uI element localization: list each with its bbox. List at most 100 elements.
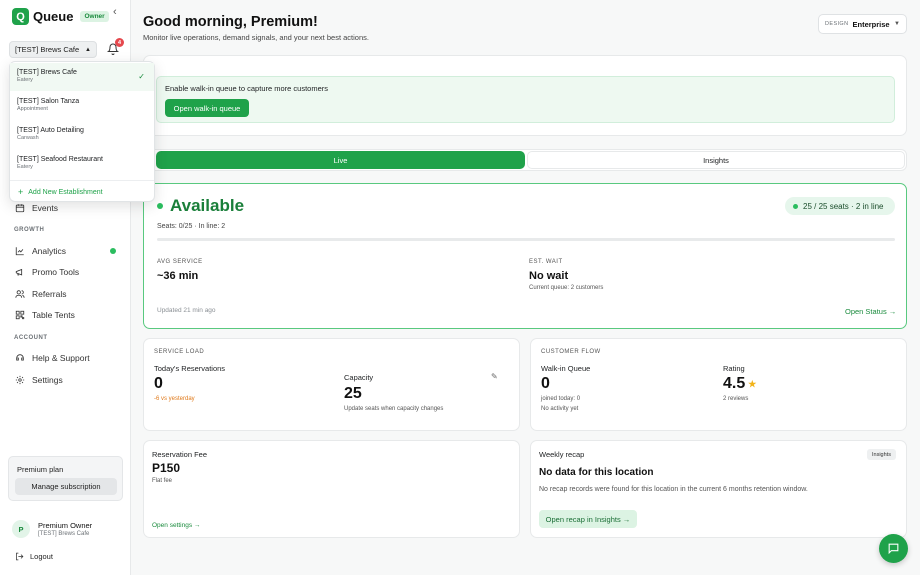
dropdown-item-auto-detailing[interactable]: [TEST] Auto Detailing Carwash <box>10 121 154 149</box>
est-wait-value: No wait <box>529 270 569 282</box>
dropdown-item-name: [TEST] Seafood Restaurant <box>17 156 103 163</box>
megaphone-icon <box>15 268 23 276</box>
plan-box: Premium plan Manage subscription <box>8 456 123 501</box>
est-wait-label: EST. WAIT <box>529 259 563 265</box>
dropdown-item-brews-cafe[interactable]: [TEST] Brews Cafe Eatery ✓ <box>10 63 154 91</box>
status-card: Available 25 / 25 seats · 2 in line Seat… <box>143 183 907 329</box>
design-selector[interactable]: DESIGN Enterprise ▼ <box>818 14 907 34</box>
users-icon <box>15 290 25 298</box>
check-icon: ✓ <box>138 72 145 81</box>
edit-pencil-icon[interactable]: ✎ <box>491 372 498 381</box>
dropdown-item-type: Eatery <box>17 164 33 170</box>
open-settings-link[interactable]: Open settings → <box>152 522 200 529</box>
fee-label: Reservation Fee <box>152 450 208 459</box>
status-title: Available <box>157 196 244 216</box>
open-status-link[interactable]: Open Status → <box>845 307 896 316</box>
capacity-label: Capacity <box>344 373 374 382</box>
reservation-fee-card: Reservation Fee P150 Flat fee Open setti… <box>143 440 520 538</box>
dropdown-item-name: [TEST] Brews Cafe <box>17 69 77 76</box>
user-name: Premium Owner <box>38 521 93 530</box>
rating-label: Rating <box>723 364 745 373</box>
add-establishment-label: Add New Establishment <box>28 188 103 196</box>
nav-item-help[interactable]: Help & Support <box>15 350 123 366</box>
analytics-icon <box>15 247 24 256</box>
manage-subscription-button[interactable]: Manage subscription <box>15 478 117 495</box>
rating-value: 4.5 <box>723 375 746 392</box>
dropdown-item-type: Eatery <box>17 77 33 83</box>
queue-logo-icon: Q <box>12 8 29 25</box>
collapse-sidebar-icon[interactable]: ‹ <box>113 6 117 18</box>
rating-reviews: 2 reviews <box>723 396 749 402</box>
walkin-banner-text: Enable walk-in queue to capture more cus… <box>165 84 329 93</box>
reservations-label: Today's Reservations <box>154 364 226 373</box>
dropdown-item-seafood-restaurant[interactable]: [TEST] Seafood Restaurant Eatery <box>10 150 154 178</box>
nav-item-table-tents[interactable]: Table Tents <box>15 307 123 323</box>
walkin-queue-label: Walk-in Queue <box>541 364 591 373</box>
brand: Q Queue Owner <box>12 8 109 25</box>
qr-code-icon <box>15 310 25 320</box>
seats-pill-dot <box>793 203 798 209</box>
seats-progress-bar <box>157 238 895 241</box>
recap-heading: No data for this location <box>539 467 654 478</box>
nav-item-referrals[interactable]: Referrals <box>15 286 123 302</box>
walkin-activity: No activity yet <box>541 406 579 412</box>
avg-service-value: ~36 min <box>157 270 199 282</box>
chat-button[interactable] <box>879 534 908 563</box>
calendar-icon <box>15 204 25 213</box>
nav-item-label: Referrals <box>32 289 67 299</box>
service-load-card: SERVICE LOAD Today's Reservations 0 -6 v… <box>143 338 520 431</box>
insights-badge: Insights <box>867 449 896 460</box>
nav-item-analytics[interactable]: Analytics <box>15 243 123 259</box>
gear-icon <box>15 375 25 385</box>
seats-pill: 25 / 25 seats · 2 in line <box>785 197 895 215</box>
establishment-selector[interactable]: [TEST] Brews Cafe ▲ <box>9 41 97 58</box>
establishment-selector-label: [TEST] Brews Cafe <box>15 45 80 54</box>
notification-count-badge: 4 <box>115 38 124 47</box>
dropdown-item-salon-tanza[interactable]: [TEST] Salon Tanza Appointment <box>10 92 154 120</box>
seats-line: Seats: 0/25 · In line: 2 <box>157 223 226 230</box>
tab-insights[interactable]: Insights <box>527 151 905 169</box>
star-icon: ★ <box>748 378 757 389</box>
recap-title: Weekly recap <box>539 450 585 459</box>
open-recap-button[interactable]: Open recap in Insights → <box>539 510 637 528</box>
nav-item-label: Events <box>32 203 58 213</box>
chevron-down-icon: ▼ <box>894 21 900 27</box>
nav-item-settings[interactable]: Settings <box>15 372 123 388</box>
design-selector-label: DESIGN <box>825 21 849 27</box>
chevron-up-icon: ▲ <box>85 46 91 53</box>
analytics-indicator-dot <box>110 248 116 254</box>
page-title: Good morning, Premium! <box>143 14 318 30</box>
recap-body: No recap records were found for this loc… <box>539 486 808 493</box>
walkin-joined-today: joined today: 0 <box>541 396 581 402</box>
fee-value: P150 <box>152 461 181 475</box>
nav-item-events[interactable]: Events <box>15 200 123 216</box>
logout-button[interactable]: Logout <box>15 552 53 561</box>
logout-icon <box>16 552 24 561</box>
nav-item-label: Promo Tools <box>32 267 80 277</box>
nav-section-growth: GROWTH <box>14 227 45 233</box>
nav-item-promo-tools[interactable]: Promo Tools <box>15 264 123 280</box>
plus-icon: + <box>18 187 24 197</box>
updated-time: Updated 21 min ago <box>157 307 216 314</box>
customer-flow-card: CUSTOMER FLOW Walk-in Queue 0 joined tod… <box>530 338 907 431</box>
user-establishment: [TEST] Brews Cafe <box>38 531 90 537</box>
nav-item-label: Table Tents <box>32 310 75 320</box>
open-walkin-queue-button[interactable]: Open walk-in queue <box>165 99 249 117</box>
dropdown-item-type: Appointment <box>17 106 48 112</box>
avg-service-label: AVG SERVICE <box>157 259 203 265</box>
user-profile[interactable]: P Premium Owner [TEST] Brews Cafe <box>12 520 92 538</box>
add-establishment-button[interactable]: + Add New Establishment <box>18 187 103 197</box>
customer-flow-section: CUSTOMER FLOW <box>541 349 601 355</box>
view-tabs: Live Insights <box>143 149 907 171</box>
tab-live[interactable]: Live <box>156 151 525 169</box>
walkin-banner: Enable walk-in queue to capture more cus… <box>156 76 895 123</box>
logout-label: Logout <box>30 552 53 561</box>
status-dot <box>157 203 163 209</box>
reservations-delta: -6 vs yesterday <box>154 396 195 402</box>
rating-value-row: 4.5 ★ <box>723 375 756 393</box>
service-load-section: SERVICE LOAD <box>154 349 205 355</box>
plan-title: Premium plan <box>17 465 64 474</box>
nav-item-label: Help & Support <box>32 353 90 363</box>
design-selector-value: Enterprise <box>852 19 890 29</box>
nav-item-label: Analytics <box>32 246 67 256</box>
